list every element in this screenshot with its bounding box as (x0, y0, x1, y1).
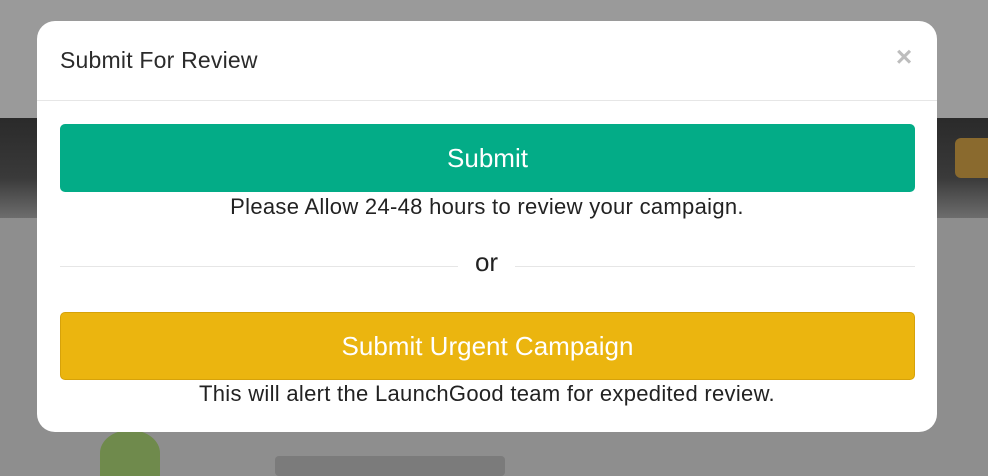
close-icon[interactable]: × (893, 43, 915, 71)
submit-urgent-campaign-button[interactable]: Submit Urgent Campaign (60, 312, 915, 380)
modal-header: Submit For Review × (37, 21, 937, 101)
submit-button[interactable]: Submit (60, 124, 915, 192)
divider-line-left (60, 266, 458, 267)
background-page-accent (955, 138, 988, 178)
modal-title: Submit For Review (60, 47, 258, 73)
submit-note: Please Allow 24-48 hours to review your … (230, 194, 744, 219)
submit-for-review-modal: Submit For Review × Submit Please Allow … (37, 21, 937, 432)
urgent-note: This will alert the LaunchGood team for … (199, 381, 775, 406)
background-page-avatar (100, 430, 160, 476)
divider-line-right (515, 266, 915, 267)
divider-or: or (474, 247, 499, 277)
background-page-text (275, 456, 505, 476)
